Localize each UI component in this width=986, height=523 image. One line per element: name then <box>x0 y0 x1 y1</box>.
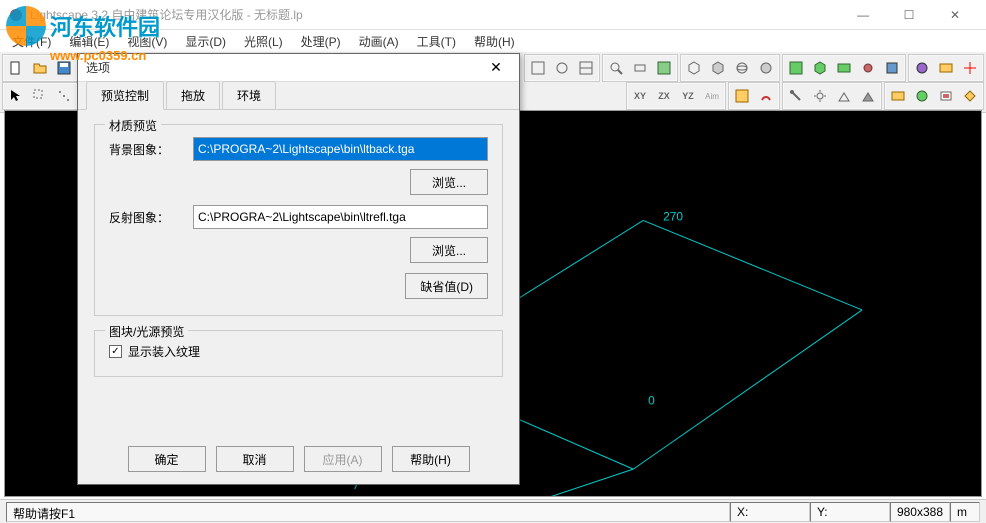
toolbar-icon[interactable] <box>784 56 808 80</box>
menu-tools[interactable]: 工具(T) <box>409 31 464 52</box>
browse-background-button[interactable]: 浏览... <box>410 169 488 195</box>
pointer-button[interactable] <box>4 84 28 108</box>
menu-animation[interactable]: 动画(A) <box>351 31 407 52</box>
zoom-button[interactable] <box>604 56 628 80</box>
menu-lighting[interactable]: 光照(L) <box>236 31 291 52</box>
toolbar-icon[interactable] <box>754 84 778 108</box>
open-button[interactable] <box>28 56 52 80</box>
menu-process[interactable]: 处理(P) <box>293 31 349 52</box>
toolbar-icon[interactable] <box>958 56 982 80</box>
status-y: Y: <box>810 502 890 522</box>
toolbar-icon[interactable] <box>958 84 982 108</box>
cube-icon[interactable] <box>706 56 730 80</box>
tab-preview-control[interactable]: 预览控制 <box>86 81 164 110</box>
toolbar-icon[interactable] <box>880 56 904 80</box>
toolbar-icon[interactable] <box>730 84 754 108</box>
toolbar-icon[interactable] <box>808 56 832 80</box>
toolbar-icon[interactable] <box>574 56 598 80</box>
cancel-button[interactable]: 取消 <box>216 446 294 472</box>
dialog-footer: 确定 取消 应用(A) 帮助(H) <box>78 446 519 472</box>
toolbar-icon[interactable] <box>886 84 910 108</box>
toolbar-icon[interactable] <box>652 56 676 80</box>
new-button[interactable] <box>4 56 28 80</box>
close-button[interactable]: ✕ <box>932 0 978 30</box>
reflection-image-input[interactable] <box>193 205 488 229</box>
statusbar: 帮助请按F1 X: Y: 980x388 m <box>0 499 986 523</box>
toolbar-icon[interactable] <box>934 56 958 80</box>
status-help: 帮助请按F1 <box>6 502 730 522</box>
toolbar-icon[interactable] <box>910 84 934 108</box>
block-light-preview-legend: 图块/光源预览 <box>105 323 188 340</box>
titlebar: Lightscape 3.2 自由建筑论坛专用汉化版 - 无标题.lp — ☐ … <box>0 0 986 30</box>
material-preview-legend: 材质预览 <box>105 117 161 134</box>
xy-button[interactable]: XY <box>628 84 652 108</box>
browse-reflection-button[interactable]: 浏览... <box>410 237 488 263</box>
dialog-titlebar: 选项 ✕ <box>78 54 519 82</box>
cube-icon[interactable] <box>682 56 706 80</box>
status-size: 980x388 <box>890 502 950 522</box>
background-image-label: 背景图象： <box>109 141 181 158</box>
show-textures-checkbox[interactable] <box>109 345 122 358</box>
toolbar-icon[interactable] <box>832 56 856 80</box>
menu-file[interactable]: 文件(F) <box>4 31 59 52</box>
toolbar-icon[interactable] <box>934 84 958 108</box>
maximize-button[interactable]: ☐ <box>886 0 932 30</box>
toolbar-icon[interactable] <box>808 84 832 108</box>
toolbar-icon[interactable] <box>550 56 574 80</box>
zx-button[interactable]: ZX <box>652 84 676 108</box>
toolbar-icon[interactable] <box>856 84 880 108</box>
yz-button[interactable]: YZ <box>676 84 700 108</box>
toolbar-icon[interactable] <box>832 84 856 108</box>
sphere-icon[interactable] <box>730 56 754 80</box>
menu-view[interactable]: 视图(V) <box>119 31 175 52</box>
app-icon <box>8 7 24 23</box>
dialog-title: 选项 <box>86 59 481 76</box>
minimize-button[interactable]: — <box>840 0 886 30</box>
toolbar-icon[interactable] <box>52 84 76 108</box>
toolbar-icon[interactable] <box>856 56 880 80</box>
dialog-tabs: 预览控制 拖放 环境 <box>78 82 519 110</box>
help-button[interactable]: 帮助(H) <box>392 446 470 472</box>
block-light-preview-group: 图块/光源预览 显示装入纹理 <box>94 330 503 377</box>
reflection-image-label: 反射图象： <box>109 209 181 226</box>
sphere-icon[interactable] <box>754 56 778 80</box>
tab-environment[interactable]: 环境 <box>222 81 276 109</box>
menubar: 文件(F) 编辑(E) 视图(V) 显示(D) 光照(L) 处理(P) 动画(A… <box>0 30 986 52</box>
toolbar-icon[interactable] <box>526 56 550 80</box>
window-title: Lightscape 3.2 自由建筑论坛专用汉化版 - 无标题.lp <box>30 6 840 23</box>
select-button[interactable] <box>28 84 52 108</box>
menu-display[interactable]: 显示(D) <box>177 31 234 52</box>
tab-scale[interactable]: 拖放 <box>166 81 220 109</box>
ok-button[interactable]: 确定 <box>128 446 206 472</box>
menu-edit[interactable]: 编辑(E) <box>61 31 117 52</box>
defaults-button[interactable]: 缺省值(D) <box>405 273 488 299</box>
options-dialog: 选项 ✕ 预览控制 拖放 环境 材质预览 背景图象： 浏览... 反射图象： 浏… <box>77 53 520 485</box>
toolbar-icon[interactable] <box>628 56 652 80</box>
axis-label-top: 270 <box>663 209 683 223</box>
status-x: X: <box>730 502 810 522</box>
aim-button[interactable]: Aim <box>700 84 724 108</box>
toolbar-icon[interactable] <box>910 56 934 80</box>
material-preview-group: 材质预览 背景图象： 浏览... 反射图象： 浏览... 缺省值(D) <box>94 124 503 316</box>
axis-label-bottom: 0 <box>648 393 655 407</box>
menu-help[interactable]: 帮助(H) <box>466 31 523 52</box>
show-textures-label: 显示装入纹理 <box>128 343 200 360</box>
background-image-input[interactable] <box>193 137 488 161</box>
toolbar-icon[interactable] <box>784 84 808 108</box>
apply-button[interactable]: 应用(A) <box>304 446 382 472</box>
dialog-close-button[interactable]: ✕ <box>481 56 511 80</box>
save-button[interactable] <box>52 56 76 80</box>
status-unit: m <box>950 502 980 522</box>
